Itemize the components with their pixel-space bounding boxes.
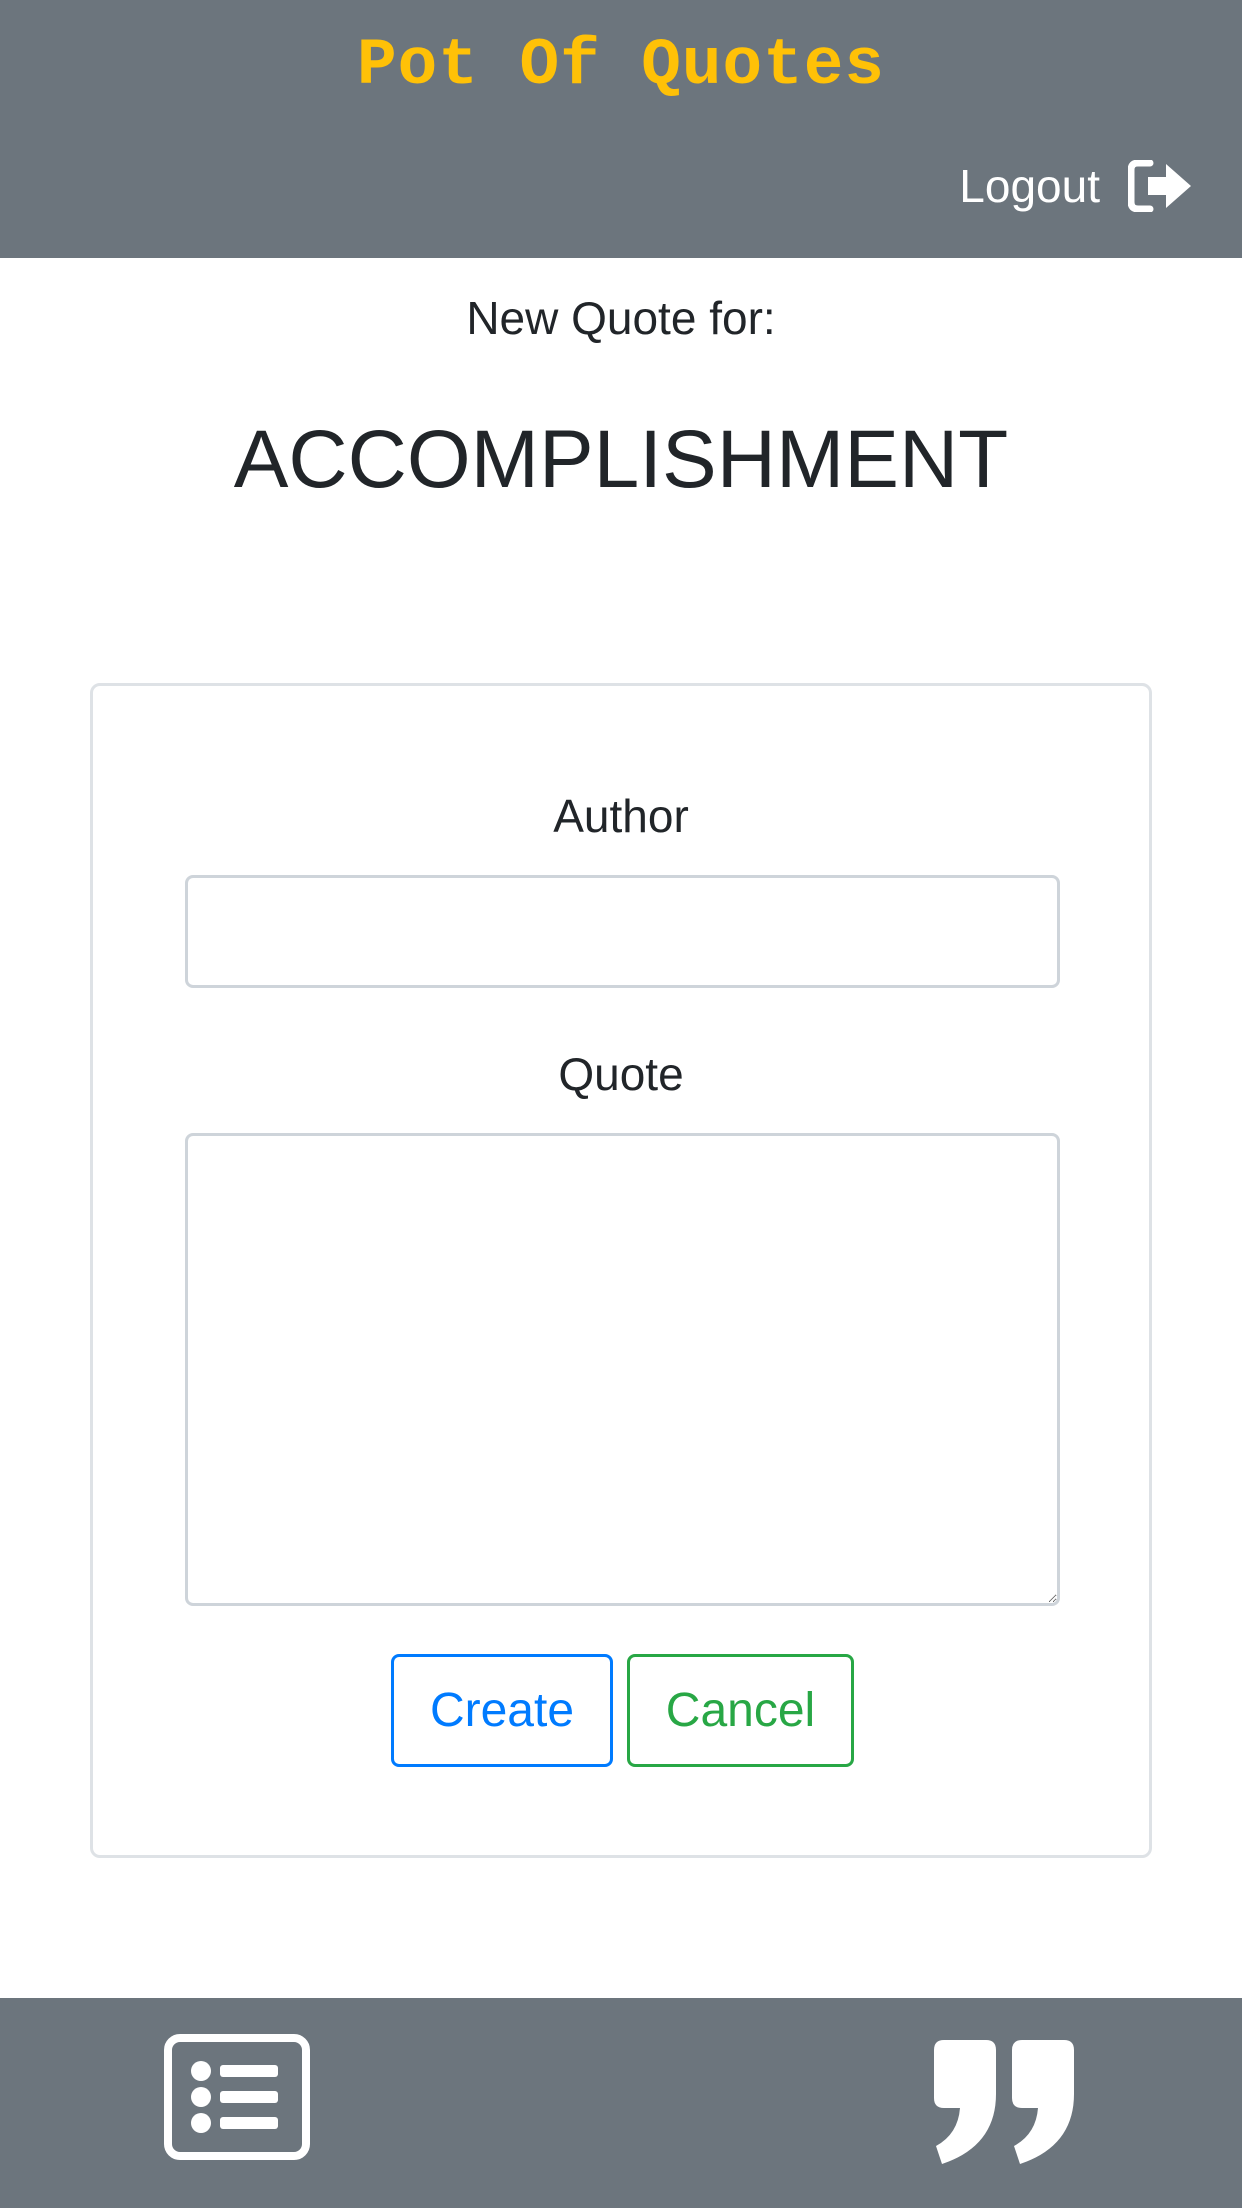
page-subtitle: New Quote for: bbox=[466, 292, 776, 344]
category-title: ACCOMPLISHMENT bbox=[233, 414, 1009, 505]
quote-textarea[interactable] bbox=[185, 1133, 1060, 1606]
app-header: Pot Of Quotes Logout bbox=[0, 0, 1242, 258]
sign-out-icon bbox=[1128, 160, 1194, 212]
new-quote-form-card: Author Quote Create Cancel bbox=[90, 683, 1152, 1858]
logout-label: Logout bbox=[959, 160, 1100, 212]
author-input[interactable] bbox=[185, 875, 1060, 988]
author-label: Author bbox=[553, 790, 689, 842]
app-footer bbox=[0, 1998, 1242, 2208]
list-icon[interactable] bbox=[164, 2034, 310, 2160]
app-brand-title[interactable]: Pot Of Quotes bbox=[0, 28, 1242, 103]
quote-label: Quote bbox=[558, 1048, 684, 1100]
cancel-button[interactable]: Cancel bbox=[627, 1654, 854, 1767]
quote-right-icon[interactable] bbox=[928, 2036, 1080, 2166]
logout-button[interactable]: Logout bbox=[959, 150, 1194, 222]
create-button[interactable]: Create bbox=[391, 1654, 613, 1767]
